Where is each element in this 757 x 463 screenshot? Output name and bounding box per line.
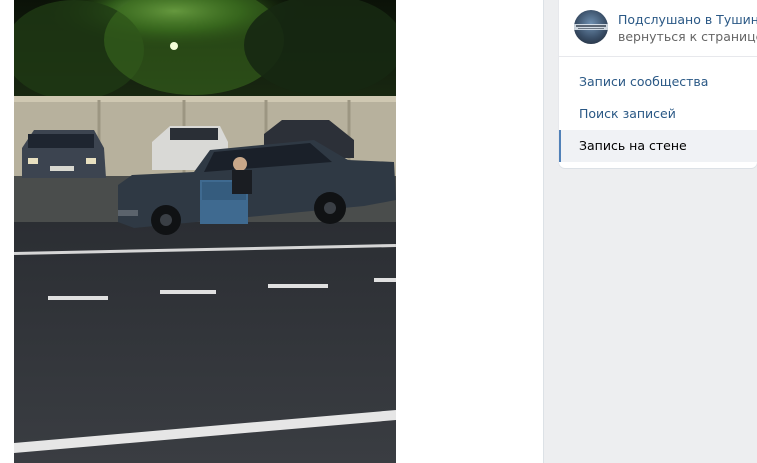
nav-item-wall-post[interactable]: Запись на стене xyxy=(559,130,757,162)
nav-item-search-posts[interactable]: Поиск записей xyxy=(559,98,757,130)
divider xyxy=(559,56,757,57)
sidebar-card: Подслушано в Тушино вернуться к странице… xyxy=(559,0,757,168)
nav-item-community-posts[interactable]: Записи сообщества xyxy=(559,66,757,98)
post-photo[interactable] xyxy=(14,0,396,463)
group-avatar[interactable] xyxy=(574,10,608,44)
avatar-logo-mark-2 xyxy=(578,28,604,29)
night-street-photo xyxy=(14,0,396,463)
group-name-link[interactable]: Подслушано в Тушино xyxy=(618,12,757,27)
avatar-logo-mark xyxy=(576,25,606,27)
back-to-page-link[interactable]: вернуться к странице xyxy=(618,29,757,44)
group-header-link[interactable]: Подслушано в Тушино вернуться к странице xyxy=(559,0,757,56)
wall-post-area xyxy=(0,0,544,463)
